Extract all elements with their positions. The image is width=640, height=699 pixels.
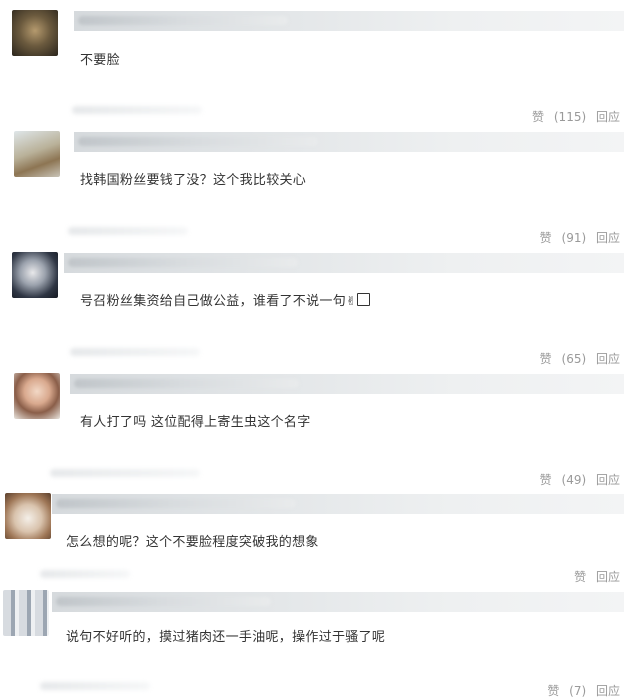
comment-text: 号召粉丝集资给自己做公益，谁看了不说一句✌: [80, 290, 371, 309]
like-button[interactable]: 赞 (91): [534, 231, 586, 245]
reply-button[interactable]: 回应: [596, 352, 620, 366]
like-count: (7): [569, 684, 587, 698]
timestamp: [50, 469, 200, 477]
reply-button[interactable]: 回应: [596, 684, 620, 698]
avatar[interactable]: [12, 252, 58, 298]
comment-text: 怎么想的呢？这个不要脸程度突破我的想象: [66, 535, 319, 550]
username-bar: [52, 494, 624, 514]
comment-actions: 赞 (65) 回应: [528, 350, 620, 367]
reply-button[interactable]: 回应: [596, 473, 620, 487]
victory-hand-icon: ✌: [346, 294, 357, 308]
comment-actions: 赞 (115) 回应: [520, 108, 620, 125]
timestamp: [68, 227, 188, 235]
reply-button[interactable]: 回应: [596, 110, 620, 124]
like-count: (65): [561, 352, 587, 366]
timestamp: [70, 348, 200, 356]
like-count: (49): [561, 473, 587, 487]
avatar[interactable]: [3, 590, 49, 636]
like-label: 赞: [539, 231, 552, 245]
timestamp: [72, 106, 202, 114]
comment-actions: 赞 回应: [562, 568, 620, 585]
comment-text: 不要脸: [80, 53, 120, 68]
comment-text: 说句不好听的，摸过猪肉还一手油呢，操作过于骚了呢: [66, 630, 386, 645]
avatar[interactable]: [14, 373, 60, 419]
like-button[interactable]: 赞 (115): [526, 110, 586, 124]
like-label: 赞: [574, 570, 587, 584]
like-button[interactable]: 赞 (65): [534, 352, 586, 366]
comment-actions: 赞 (7) 回应: [535, 682, 620, 699]
like-button[interactable]: 赞: [568, 570, 586, 584]
username-bar: [52, 592, 624, 612]
reply-button[interactable]: 回应: [596, 231, 620, 245]
timestamp: [40, 570, 130, 578]
comment-text: 有人打了吗 这位配得上寄生虫这个名字: [80, 415, 311, 430]
username-bar: [74, 132, 624, 152]
like-label: 赞: [539, 473, 552, 487]
avatar[interactable]: [14, 131, 60, 177]
comment-text: 找韩国粉丝要钱了没？这个我比较关心: [80, 173, 307, 188]
like-label: 赞: [547, 684, 560, 698]
like-count: (115): [553, 110, 587, 124]
like-label: 赞: [532, 110, 545, 124]
like-button[interactable]: 赞 (7): [541, 684, 586, 698]
username-bar: [74, 11, 624, 31]
avatar[interactable]: [5, 493, 51, 539]
comment-actions: 赞 (49) 回应: [528, 471, 620, 488]
comment-actions: 赞 (91) 回应: [528, 229, 620, 246]
like-label: 赞: [539, 352, 552, 366]
tofu-glyph-icon: [357, 293, 371, 306]
comment-text-body: 号召粉丝集资给自己做公益，谁看了不说一句: [80, 294, 347, 309]
username-bar: [64, 253, 624, 273]
like-count: (91): [561, 231, 587, 245]
username-bar: [70, 374, 624, 394]
timestamp: [40, 682, 150, 690]
reply-button[interactable]: 回应: [596, 570, 620, 584]
like-button[interactable]: 赞 (49): [534, 473, 586, 487]
avatar[interactable]: [12, 10, 58, 56]
